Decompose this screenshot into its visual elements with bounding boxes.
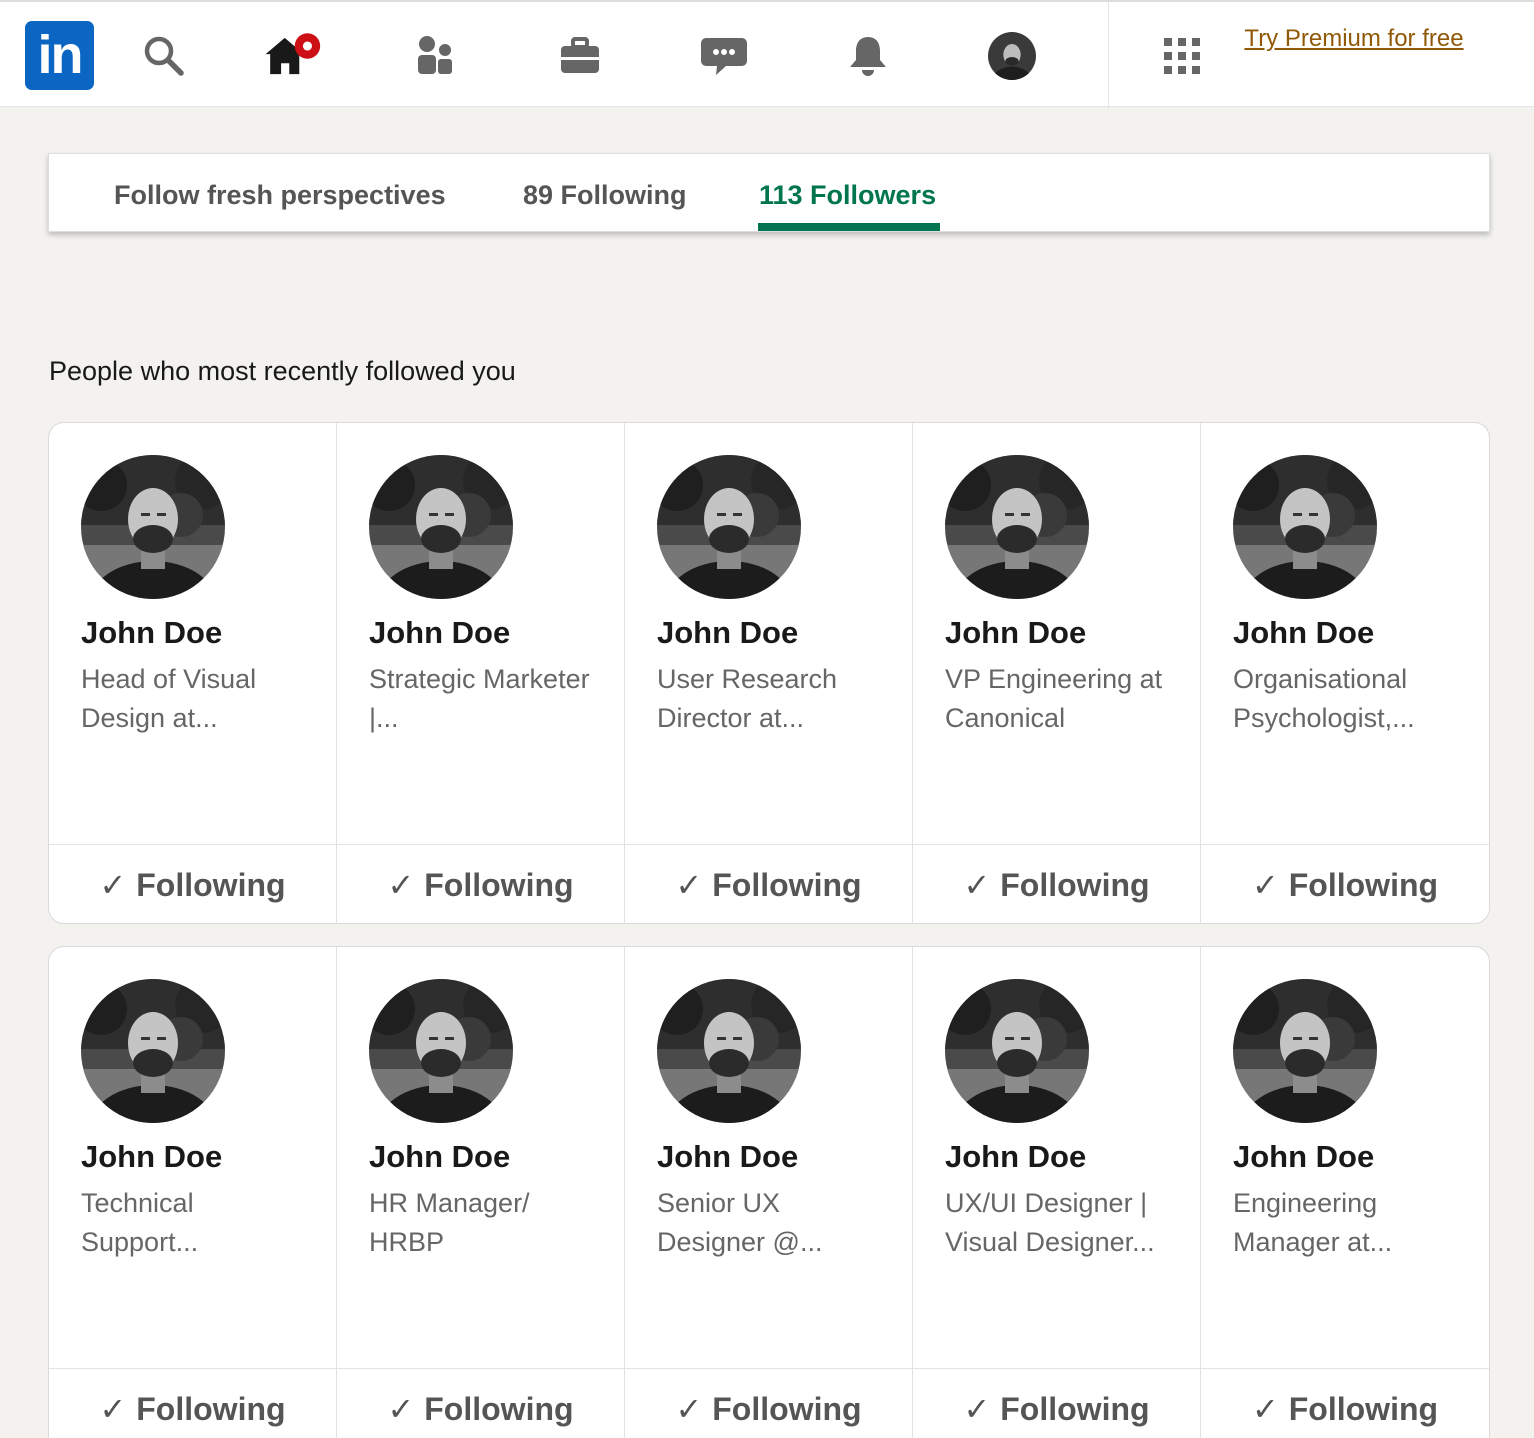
following-button-label: Following bbox=[136, 866, 286, 903]
me-avatar[interactable] bbox=[988, 32, 1036, 80]
linkedin-logo[interactable]: in bbox=[25, 21, 94, 90]
checkmark-icon: ✓ bbox=[963, 1391, 991, 1427]
profile-photo[interactable] bbox=[945, 979, 1089, 1123]
follower-card[interactable]: John Doe UX/UI Designer | Visual Designer… bbox=[913, 947, 1201, 1438]
follower-card[interactable]: John Doe Organisational Psychologist,... ✓… bbox=[1201, 423, 1489, 923]
work-grid-icon[interactable] bbox=[1152, 26, 1212, 86]
home-icon[interactable] bbox=[262, 26, 322, 86]
follower-headline: UX/UI Designer | Visual Designer... bbox=[945, 1188, 1155, 1257]
follower-name[interactable]: John Doe bbox=[81, 615, 222, 651]
following-button-label: Following bbox=[424, 1390, 574, 1427]
follower-card[interactable]: John Doe User Research Director at... ✓ Fol… bbox=[625, 423, 913, 923]
follower-card[interactable]: John Doe Head of Visual Design at... ✓ Foll… bbox=[49, 423, 337, 923]
following-button-label: Following bbox=[1288, 1390, 1439, 1427]
profile-photo[interactable] bbox=[369, 979, 513, 1123]
following-button-label: Following bbox=[136, 1390, 286, 1427]
following-button-label: Following bbox=[712, 1390, 862, 1427]
following-button-label: Following bbox=[1000, 1390, 1150, 1427]
follower-headline: User Research Director at... bbox=[657, 664, 838, 733]
checkmark-icon: ✓ bbox=[963, 867, 991, 903]
follower-name[interactable]: John Doe bbox=[369, 1139, 510, 1175]
section-title: People who most recently followed you bbox=[49, 356, 516, 386]
followers-grid-row: John Doe Head of Visual Design at... ✓ Foll… bbox=[48, 422, 1490, 924]
nav-divider bbox=[1108, 2, 1109, 109]
following-button[interactable]: ✓ Following bbox=[337, 1368, 624, 1438]
checkmark-icon: ✓ bbox=[99, 867, 127, 903]
following-button[interactable]: ✓ Following bbox=[49, 844, 336, 923]
follower-name[interactable]: John Doe bbox=[945, 1139, 1086, 1175]
follower-headline: VP Engineering at Canonical bbox=[945, 664, 1163, 733]
tab-follow-fresh-perspectives[interactable]: Follow fresh perspectives bbox=[114, 180, 446, 211]
follower-headline: Technical Support... bbox=[81, 1188, 199, 1257]
followers-grid-row: John Doe Technical Support... ✓ Following J… bbox=[48, 946, 1490, 1438]
follower-headline: Organisational Psychologist,... bbox=[1233, 664, 1415, 733]
profile-photo[interactable] bbox=[657, 979, 801, 1123]
follower-headline: Head of Visual Design at... bbox=[81, 664, 257, 733]
tab-following[interactable]: 89 Following bbox=[523, 180, 687, 211]
checkmark-icon: ✓ bbox=[387, 1391, 415, 1427]
following-button[interactable]: ✓ Following bbox=[913, 1368, 1200, 1438]
follower-card[interactable]: John Doe Senior UX Designer @... ✓ Followin… bbox=[625, 947, 913, 1438]
following-button-label: Following bbox=[424, 866, 574, 903]
following-button[interactable]: ✓ Following bbox=[625, 1368, 912, 1438]
try-premium-link[interactable]: Try Premium for free bbox=[1240, 20, 1468, 57]
checkmark-icon: ✓ bbox=[1251, 1391, 1279, 1427]
follower-card[interactable]: John Doe HR Manager/ HRBP ✓ Following bbox=[337, 947, 625, 1438]
profile-photo[interactable] bbox=[1233, 979, 1377, 1123]
profile-photo[interactable] bbox=[81, 455, 225, 599]
my-network-icon[interactable] bbox=[406, 26, 466, 86]
follower-name[interactable]: John Doe bbox=[657, 1139, 798, 1175]
follower-headline: Engineering Manager at... bbox=[1233, 1188, 1393, 1257]
following-button-label: Following bbox=[1000, 866, 1150, 903]
notifications-icon[interactable] bbox=[838, 26, 898, 86]
profile-photo[interactable] bbox=[369, 455, 513, 599]
active-tab-indicator bbox=[758, 223, 940, 231]
following-button[interactable]: ✓ Following bbox=[49, 1368, 336, 1438]
search-icon[interactable] bbox=[134, 26, 194, 86]
following-button-label: Following bbox=[712, 866, 862, 903]
checkmark-icon: ✓ bbox=[1251, 867, 1279, 903]
profile-photo[interactable] bbox=[81, 979, 225, 1123]
messaging-icon[interactable] bbox=[694, 26, 754, 86]
checkmark-icon: ✓ bbox=[675, 867, 703, 903]
following-button[interactable]: ✓ Following bbox=[1201, 1368, 1489, 1438]
follower-card[interactable]: John Doe VP Engineering at Canonical ✓ Foll… bbox=[913, 423, 1201, 923]
network-tabs: Follow fresh perspectives 89 Following 1… bbox=[48, 153, 1490, 232]
profile-photo[interactable] bbox=[945, 455, 1089, 599]
top-nav-bar: in Try Premium for free bbox=[0, 0, 1534, 109]
follower-name[interactable]: John Doe bbox=[81, 1139, 222, 1175]
tab-followers[interactable]: 113 Followers bbox=[759, 180, 936, 211]
following-button[interactable]: ✓ Following bbox=[337, 844, 624, 923]
follower-name[interactable]: John Doe bbox=[1233, 1139, 1374, 1175]
profile-photo[interactable] bbox=[1233, 455, 1377, 599]
follower-name[interactable]: John Doe bbox=[657, 615, 798, 651]
follower-name[interactable]: John Doe bbox=[369, 615, 510, 651]
follower-headline: Strategic Marketer |... bbox=[369, 664, 590, 733]
follower-headline: HR Manager/ HRBP bbox=[369, 1188, 530, 1257]
following-button[interactable]: ✓ Following bbox=[625, 844, 912, 923]
follower-card[interactable]: John Doe Engineering Manager at... ✓ Follow… bbox=[1201, 947, 1489, 1438]
follower-card[interactable]: John Doe Strategic Marketer |... ✓ Followin… bbox=[337, 423, 625, 923]
following-button[interactable]: ✓ Following bbox=[1201, 844, 1489, 923]
follower-headline: Senior UX Designer @... bbox=[657, 1188, 823, 1257]
follower-name[interactable]: John Doe bbox=[1233, 615, 1374, 651]
following-button-label: Following bbox=[1288, 866, 1439, 903]
checkmark-icon: ✓ bbox=[99, 1391, 127, 1427]
follower-name[interactable]: John Doe bbox=[945, 615, 1086, 651]
jobs-icon[interactable] bbox=[550, 26, 610, 86]
following-button[interactable]: ✓ Following bbox=[913, 844, 1200, 923]
follower-card[interactable]: John Doe Technical Support... ✓ Following bbox=[49, 947, 337, 1438]
checkmark-icon: ✓ bbox=[387, 867, 415, 903]
profile-photo[interactable] bbox=[657, 455, 801, 599]
checkmark-icon: ✓ bbox=[675, 1391, 703, 1427]
